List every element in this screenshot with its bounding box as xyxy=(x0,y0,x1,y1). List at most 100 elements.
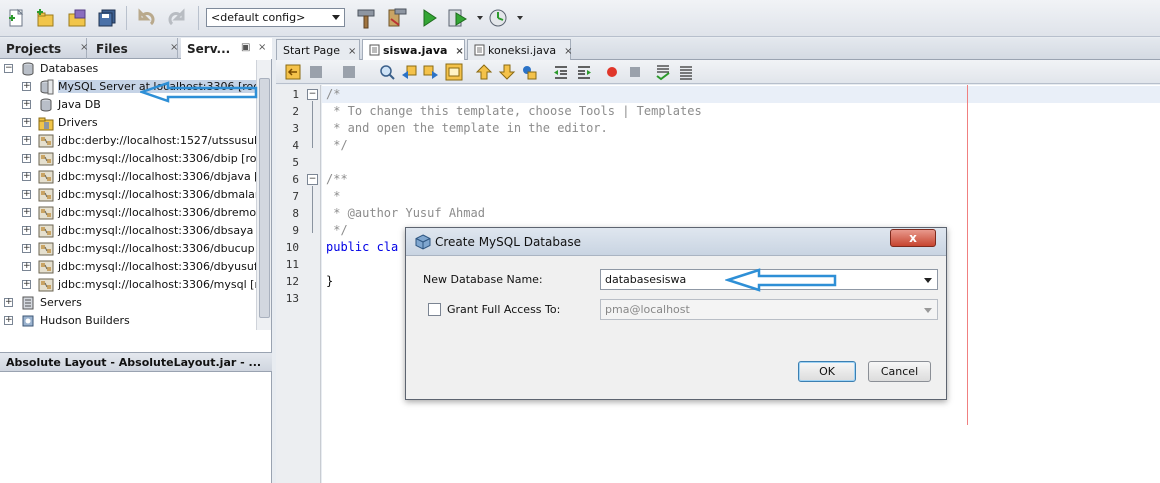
save-all-icon[interactable] xyxy=(96,7,118,29)
expand-icon[interactable]: + xyxy=(22,208,31,217)
expand-icon[interactable]: + xyxy=(22,280,31,289)
expand-icon[interactable]: + xyxy=(4,298,13,307)
right-margin-line xyxy=(967,85,968,425)
grant-user-select[interactable]: pma@localhost xyxy=(600,299,938,320)
code-line[interactable]: * and open the template in the editor. xyxy=(326,121,608,135)
code-line[interactable]: */ xyxy=(326,138,347,152)
run-icon[interactable] xyxy=(418,7,440,29)
close-icon[interactable]: × xyxy=(348,46,356,57)
db-name-value: databasesiswa xyxy=(605,273,687,286)
last-edit-icon[interactable] xyxy=(284,63,302,81)
tree-item[interactable]: + jdbc:mysql://localhost:3306/dbmalam2 [r xyxy=(0,186,256,204)
undo-icon[interactable] xyxy=(135,7,157,29)
chevron-down-icon[interactable] xyxy=(924,278,932,283)
tab-files[interactable]: Files xyxy=(90,38,178,59)
tab-projects[interactable]: Projects xyxy=(0,38,87,59)
fold-guide xyxy=(312,101,313,148)
tree-item[interactable]: + jdbc:mysql://localhost:3306/mysql [root xyxy=(0,276,256,294)
expand-icon[interactable]: + xyxy=(22,118,31,127)
code-line[interactable]: public cla xyxy=(326,240,398,254)
code-line[interactable]: /* xyxy=(326,87,340,101)
profile-icon[interactable] xyxy=(487,7,509,29)
expand-icon[interactable]: + xyxy=(22,262,31,271)
minimize-icon[interactable]: ▣ xyxy=(241,42,250,53)
forward-icon[interactable] xyxy=(340,63,358,81)
tree-item[interactable]: + Hudson Builders xyxy=(0,312,256,330)
code-line[interactable]: } xyxy=(326,274,333,288)
expand-icon[interactable]: + xyxy=(22,226,31,235)
shift-left-icon[interactable] xyxy=(552,63,570,81)
expand-icon[interactable]: + xyxy=(22,172,31,181)
tree-item[interactable]: + jdbc:mysql://localhost:3306/dbyusuf [ro… xyxy=(0,258,256,276)
tree-item-label: jdbc:mysql://localhost:3306/dbip [root o… xyxy=(58,152,256,165)
expand-icon[interactable]: + xyxy=(22,136,31,145)
tree-item[interactable]: + jdbc:mysql://localhost:3306/dbucup [roo… xyxy=(0,240,256,258)
find-icon[interactable] xyxy=(378,63,396,81)
tab-siswa-java[interactable]: siswa.java × xyxy=(362,39,465,60)
back-icon[interactable] xyxy=(307,63,325,81)
configuration-select[interactable]: <default config> xyxy=(206,8,345,27)
tree-item[interactable]: + jdbc:mysql://localhost:3306/dbremot [ro… xyxy=(0,204,256,222)
close-icon[interactable]: × xyxy=(170,42,178,53)
tree-item[interactable]: + Drivers xyxy=(0,114,256,132)
expand-icon[interactable]: + xyxy=(22,82,31,91)
mysql-server-icon xyxy=(40,79,54,95)
dialog-title-bar[interactable]: Create MySQL Database x xyxy=(406,228,946,256)
toggle-bookmark-icon[interactable] xyxy=(520,63,538,81)
expand-icon[interactable]: + xyxy=(22,244,31,253)
next-bookmark-icon[interactable] xyxy=(498,63,516,81)
tree-item[interactable]: − Databases xyxy=(0,60,256,78)
shift-right-icon[interactable] xyxy=(575,63,593,81)
open-project-icon[interactable] xyxy=(66,7,88,29)
close-icon: x xyxy=(909,231,917,245)
annotation-arrow-icon xyxy=(140,81,258,103)
expand-icon[interactable]: + xyxy=(22,154,31,163)
fold-collapse-icon[interactable]: − xyxy=(307,174,318,185)
line-number: 10 xyxy=(285,241,299,254)
tab-start-page[interactable]: Start Page × xyxy=(276,39,360,60)
clean-build-icon[interactable] xyxy=(386,7,408,29)
code-line[interactable]: */ xyxy=(326,223,347,237)
find-next-icon[interactable] xyxy=(422,63,440,81)
tab-koneksi-java[interactable]: koneksi.java × xyxy=(467,39,573,60)
tree-item[interactable]: + jdbc:mysql://localhost:3306/dbjava [roo… xyxy=(0,168,256,186)
expand-icon[interactable]: + xyxy=(22,190,31,199)
tree-item[interactable]: + jdbc:mysql://localhost:3306/dbsaya [roo… xyxy=(0,222,256,240)
grant-full-access-checkbox[interactable] xyxy=(428,303,441,316)
close-icon[interactable]: × xyxy=(455,46,463,57)
expand-icon[interactable]: + xyxy=(4,316,13,325)
code-line[interactable]: * xyxy=(326,189,340,203)
previous-bookmark-icon[interactable] xyxy=(475,63,493,81)
tree-item[interactable]: + jdbc:mysql://localhost:3306/dbip [root … xyxy=(0,150,256,168)
start-macro-icon[interactable] xyxy=(603,63,621,81)
code-line[interactable]: /** xyxy=(326,172,348,186)
redo-icon[interactable] xyxy=(166,7,188,29)
tree-item[interactable]: + jdbc:derby://localhost:1527/utssusulan xyxy=(0,132,256,150)
servers-icon xyxy=(22,296,34,310)
new-file-icon[interactable] xyxy=(5,7,27,29)
comment-icon[interactable] xyxy=(654,63,672,81)
tree-item[interactable]: + Servers xyxy=(0,294,256,312)
scrollbar-thumb[interactable] xyxy=(259,78,270,318)
find-previous-icon[interactable] xyxy=(400,63,418,81)
close-icon[interactable]: × xyxy=(564,46,572,57)
expand-icon[interactable]: + xyxy=(22,100,31,109)
close-icon[interactable]: × xyxy=(80,42,88,53)
uncomment-icon[interactable] xyxy=(677,63,695,81)
debug-icon[interactable] xyxy=(447,7,469,29)
profile-dropdown-arrow[interactable] xyxy=(517,16,523,20)
netbeans-window: <default config> Projects × Files × Serv… xyxy=(0,0,1160,483)
collapse-icon[interactable]: − xyxy=(4,64,13,73)
close-icon[interactable]: × xyxy=(258,42,266,53)
dialog-close-button[interactable]: x xyxy=(890,229,936,247)
debug-dropdown-arrow[interactable] xyxy=(477,16,483,20)
ok-button[interactable]: OK xyxy=(798,361,856,382)
fold-collapse-icon[interactable]: − xyxy=(307,89,318,100)
cancel-button[interactable]: Cancel xyxy=(868,361,931,382)
code-line[interactable]: * @author Yusuf Ahmad xyxy=(326,206,485,220)
build-hammer-icon[interactable] xyxy=(356,7,378,29)
stop-macro-icon[interactable] xyxy=(626,63,644,81)
new-project-icon[interactable] xyxy=(34,7,56,29)
code-line[interactable]: * To change this template, choose Tools … xyxy=(326,104,701,118)
toggle-highlight-icon[interactable] xyxy=(445,63,463,81)
